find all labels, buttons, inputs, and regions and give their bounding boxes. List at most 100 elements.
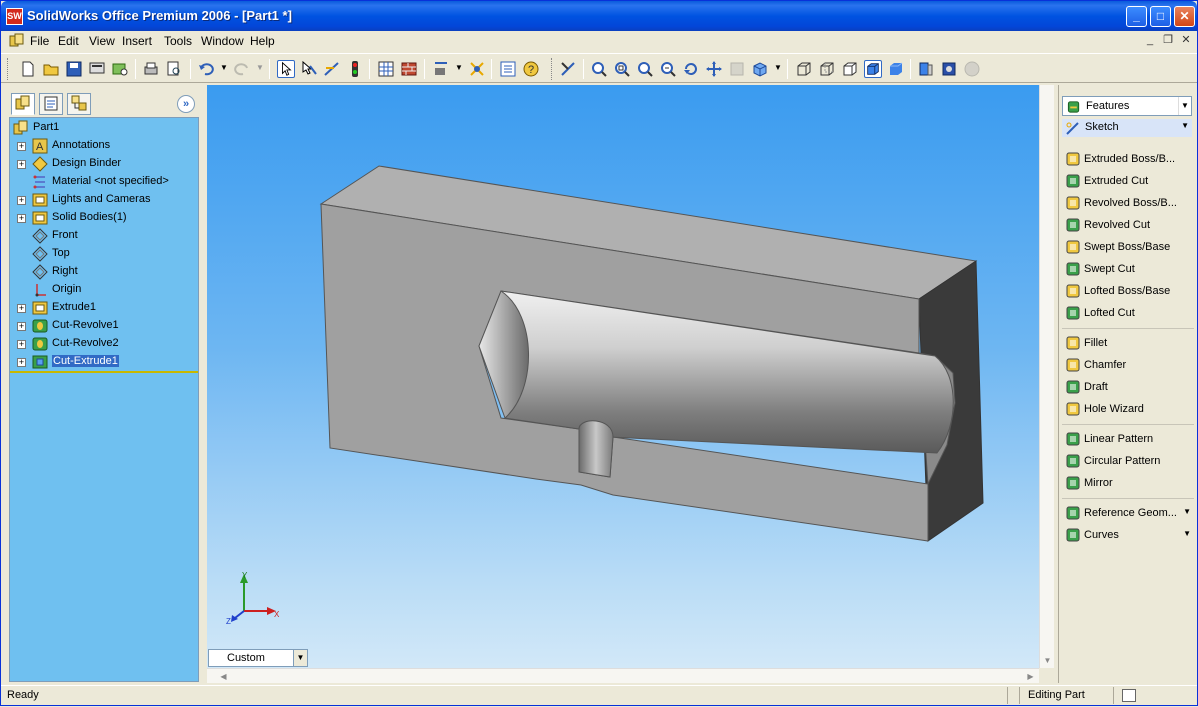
shaded-with-edges-icon[interactable] (864, 60, 882, 78)
document-restore-button[interactable]: ❐ (1161, 34, 1175, 47)
chevron-down-icon[interactable]: ▼ (1181, 121, 1189, 130)
tab-configuration-manager[interactable] (67, 93, 91, 115)
expand-icon[interactable]: + (17, 340, 26, 349)
document-minimize-button[interactable]: _ (1143, 34, 1157, 47)
command-hole-wizard[interactable]: Hole Wizard (1062, 399, 1194, 419)
zoom-to-fit-icon[interactable] (590, 60, 608, 78)
rollback-bar[interactable] (10, 371, 198, 373)
scroll-right-arrow-icon[interactable]: ▶ (1024, 670, 1037, 683)
command-reference-geometry[interactable]: Reference Geom... ▼ (1062, 503, 1194, 523)
chevron-down-icon[interactable]: ▼ (1183, 529, 1191, 538)
command-swept-boss[interactable]: Swept Boss/Base (1062, 237, 1194, 257)
tree-item[interactable]: Right (10, 263, 198, 281)
menu-file[interactable]: File (30, 34, 49, 48)
3d-drawing-view-icon[interactable] (728, 60, 746, 78)
rebuild-icon[interactable] (559, 60, 577, 78)
solidworks-app-icon[interactable]: SW (6, 8, 23, 25)
menu-view[interactable]: View (89, 34, 115, 48)
command-swept-cut[interactable]: Swept Cut (1062, 259, 1194, 279)
command-revolved-cut[interactable]: Revolved Cut (1062, 215, 1194, 235)
menu-tools[interactable]: Tools (164, 34, 192, 48)
tree-item[interactable]: + Design Binder (10, 155, 198, 173)
menu-insert[interactable]: Insert (122, 34, 152, 48)
pan-icon[interactable] (705, 60, 723, 78)
smart-dimension-icon[interactable] (432, 60, 450, 78)
expand-panel-button[interactable]: » (177, 95, 195, 113)
command-draft[interactable]: Draft (1062, 377, 1194, 397)
material-bricks-icon[interactable] (400, 60, 418, 78)
instant-3d-icon[interactable] (468, 60, 486, 78)
hidden-lines-removed-icon[interactable] (841, 60, 859, 78)
tree-item[interactable]: Material <not specified> (10, 173, 198, 191)
redo-dropdown-icon[interactable]: ▼ (256, 63, 264, 72)
close-button[interactable]: ✕ (1174, 6, 1195, 27)
help-icon[interactable]: ? (522, 60, 540, 78)
tree-item[interactable]: + Lights and Cameras (10, 191, 198, 209)
title-bar[interactable]: SW SolidWorks Office Premium 2006 - [Par… (1, 1, 1197, 31)
view-orientation-dropdown-icon[interactable]: ▼ (774, 63, 782, 72)
tree-item[interactable]: + Cut-Revolve1 (10, 317, 198, 335)
grid-icon[interactable] (377, 60, 395, 78)
sketch-tool-icon[interactable] (323, 60, 341, 78)
zoom-to-selection-icon[interactable] (659, 60, 677, 78)
graphics-area[interactable] (207, 85, 1039, 668)
command-curves[interactable]: Curves ▼ (1062, 525, 1194, 545)
command-lofted-boss[interactable]: Lofted Boss/Base (1062, 281, 1194, 301)
status-icon[interactable] (1113, 687, 1136, 704)
menu-help[interactable]: Help (250, 34, 275, 48)
menu-window[interactable]: Window (201, 34, 244, 48)
menu-edit[interactable]: Edit (58, 34, 79, 48)
properties-icon[interactable] (499, 60, 517, 78)
document-close-button[interactable]: ✕ (1179, 34, 1193, 47)
tree-item[interactable]: + A Annotations (10, 137, 198, 155)
new-icon[interactable] (19, 60, 37, 78)
toolbar-grip[interactable] (551, 58, 554, 80)
zoom-to-area-icon[interactable] (613, 60, 631, 78)
view-orientation-icon[interactable] (751, 60, 769, 78)
expand-icon[interactable]: + (17, 358, 26, 367)
tree-item[interactable]: + Cut-Revolve2 (10, 335, 198, 353)
command-chamfer[interactable]: Chamfer (1062, 355, 1194, 375)
chevron-down-icon[interactable]: ▼ (293, 650, 307, 666)
realview-icon[interactable] (963, 60, 981, 78)
command-circular-pattern[interactable]: Circular Pattern (1062, 451, 1194, 471)
scroll-left-arrow-icon[interactable]: ◀ (217, 670, 230, 683)
shaded-icon[interactable] (887, 60, 905, 78)
hidden-lines-visible-icon[interactable] (818, 60, 836, 78)
tab-feature-manager[interactable] (11, 93, 35, 115)
undo-dropdown-icon[interactable]: ▼ (220, 63, 228, 72)
tree-item[interactable]: Origin (10, 281, 198, 299)
toolbar-selector[interactable]: Features ▼ (1062, 96, 1192, 116)
expand-icon[interactable]: + (17, 304, 26, 313)
toolbar-grip[interactable] (7, 58, 10, 80)
command-extruded-boss[interactable]: Extruded Boss/B... (1062, 149, 1194, 169)
expand-icon[interactable]: + (17, 196, 26, 205)
print-preview-magnifier-icon[interactable] (165, 60, 183, 78)
command-mirror[interactable]: Mirror (1062, 473, 1194, 493)
select-other-icon[interactable] (300, 60, 318, 78)
select-icon[interactable] (277, 60, 295, 78)
command-extruded-cut[interactable]: Extruded Cut (1062, 171, 1194, 191)
undo-icon[interactable] (197, 60, 215, 78)
rotate-view-icon[interactable] (682, 60, 700, 78)
tab-property-manager[interactable] (39, 93, 63, 115)
horizontal-scrollbar[interactable]: ◀ ▶ (207, 668, 1039, 683)
vertical-scrollbar[interactable]: ▼ (1039, 85, 1054, 668)
section-view-icon[interactable] (917, 60, 935, 78)
dimension-dropdown-icon[interactable]: ▼ (455, 63, 463, 72)
print-preview-icon[interactable] (88, 60, 106, 78)
maximize-button[interactable]: □ (1150, 6, 1171, 27)
scroll-down-arrow-icon[interactable]: ▼ (1041, 654, 1054, 667)
command-revolved-boss[interactable]: Revolved Boss/B... (1062, 193, 1194, 213)
chevron-down-icon[interactable]: ▼ (1178, 97, 1191, 115)
minimize-button[interactable]: _ (1126, 6, 1147, 27)
tree-root-part[interactable]: Part1 (10, 119, 198, 137)
command-lofted-cut[interactable]: Lofted Cut (1062, 303, 1194, 323)
expand-icon[interactable]: + (17, 160, 26, 169)
tree-item[interactable]: Top (10, 245, 198, 263)
view-orientation-select[interactable]: Custom ▼ (208, 649, 308, 667)
chevron-down-icon[interactable]: ▼ (1183, 507, 1191, 516)
zoom-in-out-icon[interactable] (636, 60, 654, 78)
expand-icon[interactable]: + (17, 142, 26, 151)
document-menu-icon[interactable] (9, 33, 25, 49)
